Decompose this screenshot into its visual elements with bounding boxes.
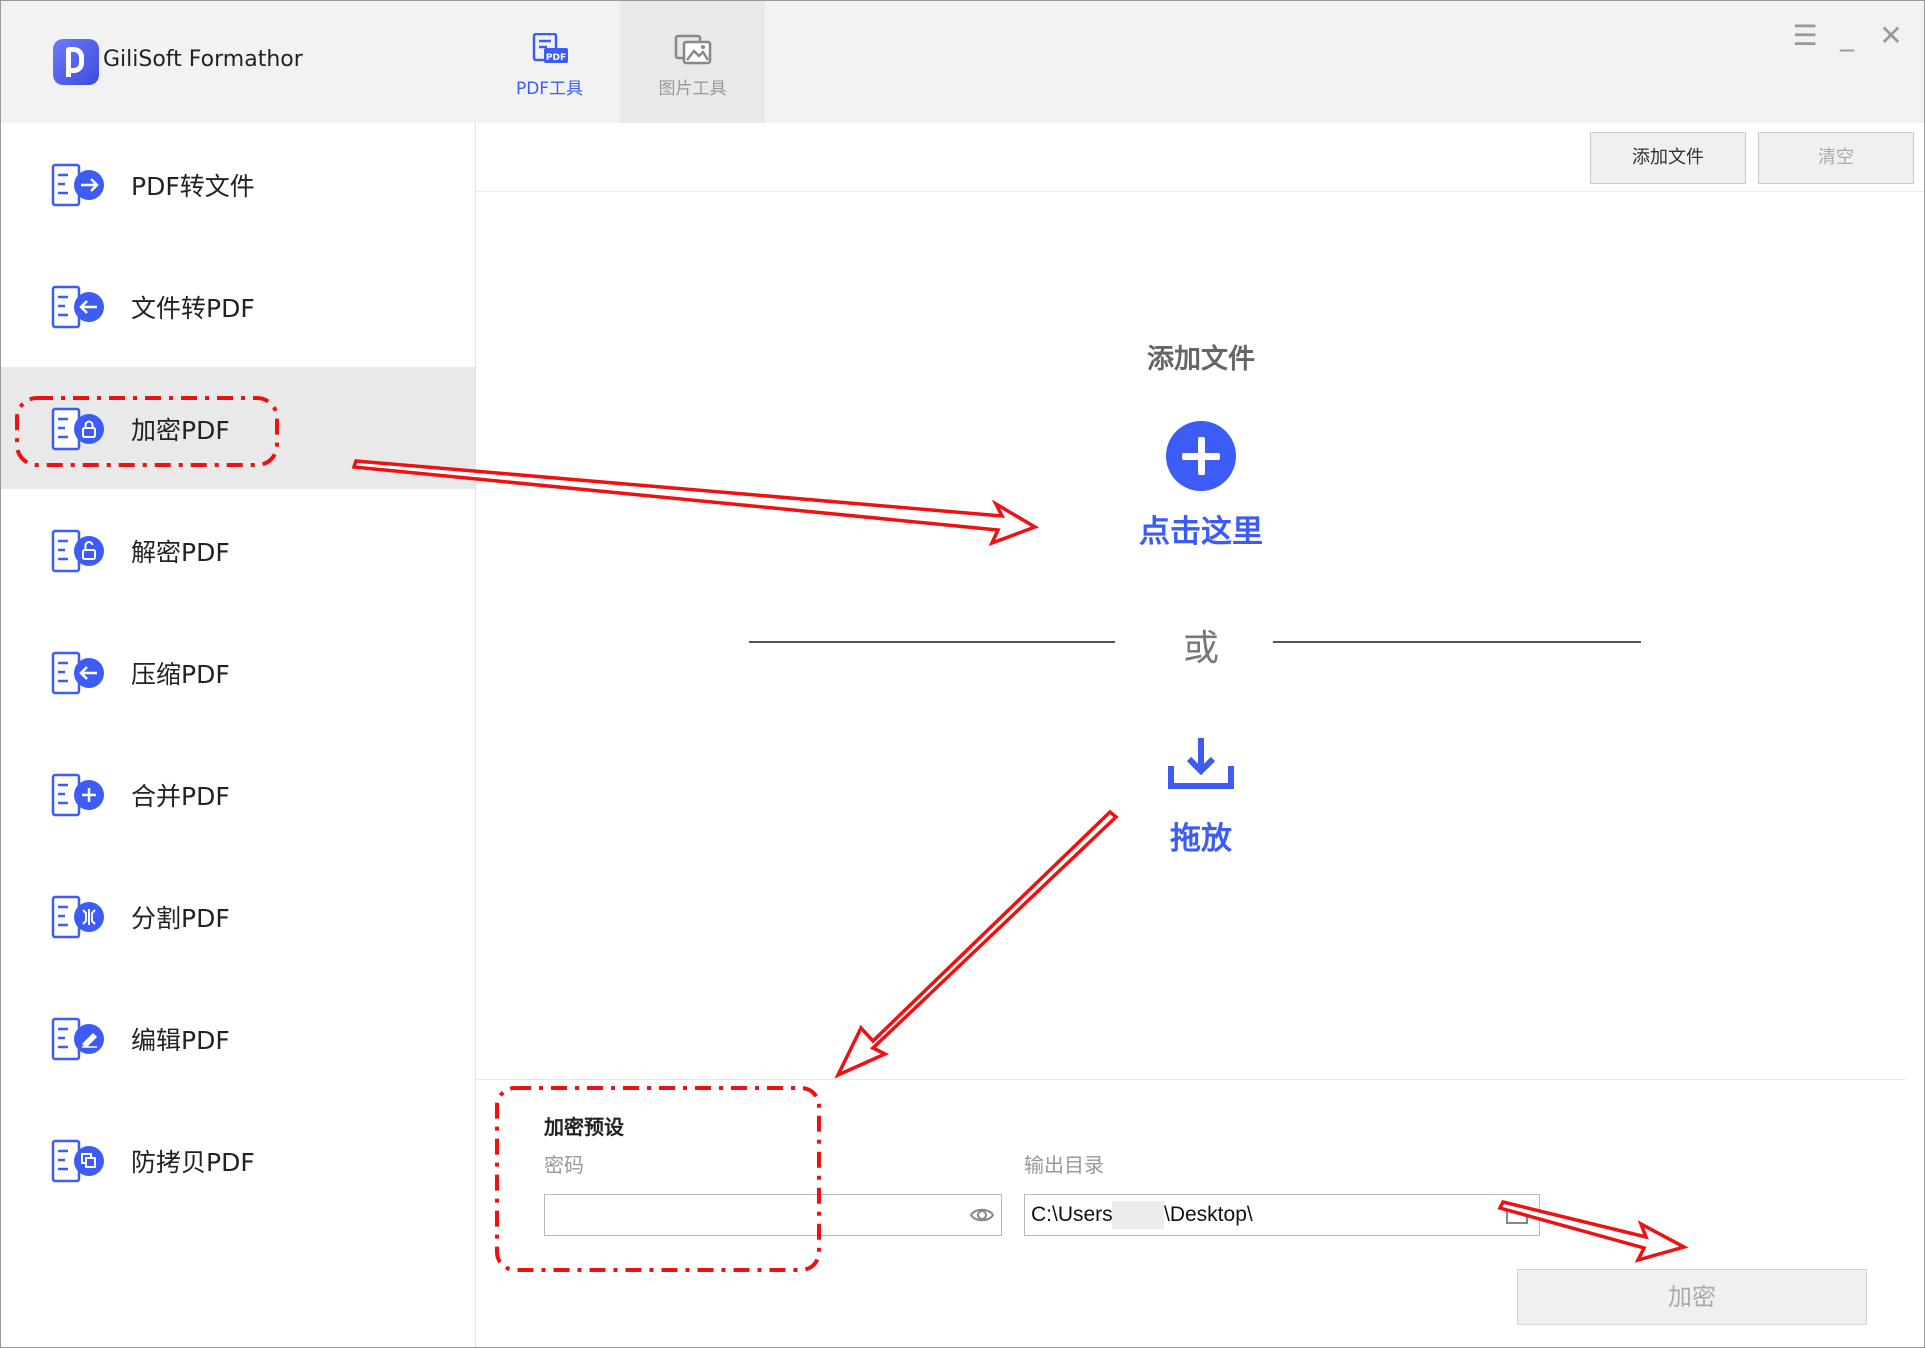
output-dir-prefix: C:\Users: [1031, 1203, 1113, 1226]
sidebar-item-label: 合并PDF: [131, 782, 230, 811]
lock-icon: [51, 407, 104, 451]
output-dir-label: 输出目录: [1024, 1153, 1104, 1177]
pdf-to-file-icon: [51, 163, 104, 207]
title-bar: GiliSoft Formathor PDF PDF工具 图片工具 ☰ _ ✕: [1, 1, 1924, 123]
preset-divider: [476, 1079, 1906, 1080]
svg-text:PDF: PDF: [545, 53, 565, 63]
sidebar-item-pdf-to-file[interactable]: PDF转文件: [1, 123, 475, 245]
sidebar-item-split-pdf[interactable]: 分割PDF: [1, 855, 475, 977]
dropzone-title: 添加文件: [1147, 344, 1255, 375]
tab-pdf-tools[interactable]: PDF PDF工具: [477, 1, 622, 123]
unlock-icon: [51, 529, 104, 573]
file-to-pdf-icon: [51, 285, 104, 329]
merge-plus-icon: [51, 773, 104, 817]
close-icon[interactable]: ✕: [1873, 19, 1909, 52]
split-icon: [51, 895, 104, 939]
app-logo-icon: [53, 39, 99, 85]
sidebar-item-decrypt-pdf[interactable]: 解密PDF: [1, 489, 475, 611]
sidebar-item-edit-pdf[interactable]: 编辑PDF: [1, 977, 475, 1099]
add-plus-icon[interactable]: [1166, 421, 1236, 491]
toolbar-divider: [476, 191, 1924, 192]
preset-title: 加密预设: [544, 1115, 624, 1139]
app-window: GiliSoft Formathor PDF PDF工具 图片工具 ☰ _ ✕: [0, 0, 1925, 1348]
tab-image-tools[interactable]: 图片工具: [620, 1, 765, 123]
output-dir-suffix: \Desktop\: [1164, 1203, 1253, 1226]
sidebar-item-file-to-pdf[interactable]: 文件转PDF: [1, 245, 475, 367]
edit-pencil-icon: [51, 1017, 104, 1061]
tab-image-label: 图片工具: [658, 79, 727, 99]
or-divider-left: [749, 641, 1115, 643]
sidebar-item-merge-pdf[interactable]: 合并PDF: [1, 733, 475, 855]
sidebar-item-compress-pdf[interactable]: 压缩PDF: [1, 611, 475, 733]
folder-browse-icon[interactable]: [1505, 1203, 1529, 1225]
sidebar-item-label: 防拷贝PDF: [131, 1148, 255, 1177]
sidebar-item-label: PDF转文件: [131, 172, 255, 201]
sidebar-item-copy-protect-pdf[interactable]: 防拷贝PDF: [1, 1099, 475, 1221]
sidebar-item-encrypt-pdf[interactable]: 加密PDF: [1, 367, 475, 489]
app-title: GiliSoft Formathor: [103, 47, 303, 72]
or-label: 或: [1182, 628, 1219, 669]
password-label: 密码: [544, 1153, 584, 1177]
sidebar-item-label: 解密PDF: [131, 538, 230, 567]
copy-protect-icon: [51, 1139, 104, 1183]
sidebar: PDF转文件 文件转PDF 加密PDF 解密PDF 压缩PDF 合并PDF 分割…: [1, 123, 476, 1347]
image-file-icon: [674, 34, 711, 65]
sidebar-item-label: 编辑PDF: [131, 1026, 230, 1055]
pdf-file-icon: PDF: [532, 33, 568, 63]
click-here-link[interactable]: 点击这里: [1101, 506, 1301, 551]
tab-pdf-label: PDF工具: [515, 79, 584, 99]
sidebar-item-label: 分割PDF: [131, 904, 230, 933]
menu-icon[interactable]: ☰: [1787, 19, 1823, 52]
sidebar-item-label: 压缩PDF: [131, 660, 230, 689]
sidebar-item-label: 文件转PDF: [131, 294, 255, 323]
compress-icon: [51, 651, 104, 695]
minimize-icon[interactable]: _: [1829, 19, 1865, 52]
clear-button[interactable]: 清空: [1758, 132, 1914, 184]
output-dir-field[interactable]: C:\Users \Desktop\: [1024, 1194, 1540, 1236]
encrypt-button[interactable]: 加密: [1517, 1269, 1867, 1325]
redacted-username: [1112, 1201, 1164, 1229]
download-tray-icon: [1168, 738, 1234, 789]
eye-icon[interactable]: [969, 1203, 995, 1227]
password-input[interactable]: [544, 1194, 1002, 1236]
or-divider-right: [1273, 641, 1641, 643]
drag-drop-label: 拖放: [1170, 821, 1232, 857]
sidebar-item-label: 加密PDF: [131, 416, 230, 445]
add-file-button[interactable]: 添加文件: [1590, 132, 1746, 184]
